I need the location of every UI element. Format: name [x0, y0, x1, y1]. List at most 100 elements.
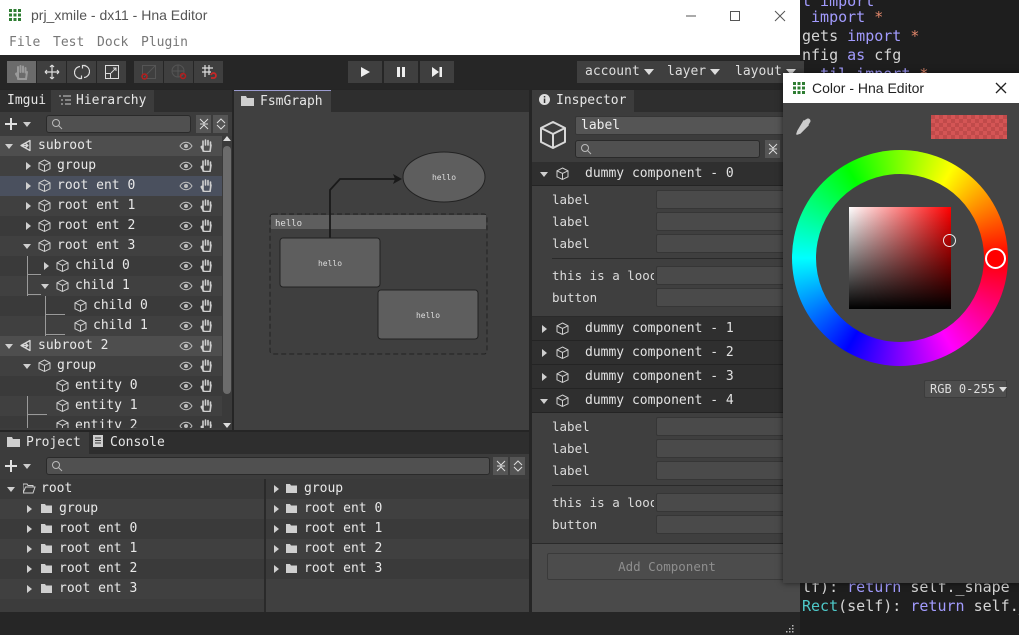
expand-arrow-icon[interactable] — [23, 364, 31, 369]
expand-arrow-icon[interactable] — [41, 284, 49, 289]
component-header[interactable]: dummy component - 4 — [532, 389, 800, 413]
collapse-arrow-icon[interactable] — [26, 202, 31, 210]
hierarchy-row[interactable]: entity 2 — [0, 416, 222, 428]
collapse-arrow-icon[interactable] — [274, 525, 279, 533]
scale-tool-button[interactable] — [97, 61, 126, 83]
project-folder-row[interactable]: group — [0, 499, 264, 519]
visibility-eye-icon[interactable] — [179, 421, 193, 428]
hierarchy-search-input[interactable] — [46, 115, 191, 133]
collapse-arrow-icon[interactable] — [27, 565, 32, 573]
collapse-all-button[interactable] — [196, 115, 211, 133]
field-input[interactable] — [656, 212, 800, 231]
expand-arrow-icon[interactable] — [7, 487, 15, 492]
project-content-row[interactable]: root ent 1 — [266, 519, 529, 539]
tab-imgui[interactable]: Imgui — [0, 90, 54, 112]
expand-arrow-icon[interactable] — [5, 144, 13, 149]
pickable-hand-icon[interactable] — [200, 179, 212, 192]
grid-snap-button[interactable] — [194, 61, 223, 83]
tab-console[interactable]: Console — [86, 432, 173, 454]
hierarchy-row[interactable]: subroot — [0, 136, 222, 156]
expand-arrow-icon[interactable] — [5, 344, 13, 349]
pause-button[interactable] — [384, 61, 418, 83]
collapse-arrow-icon[interactable] — [274, 485, 279, 493]
field-input[interactable] — [656, 439, 800, 458]
global-snap-button[interactable] — [164, 61, 193, 83]
layer-dropdown[interactable]: layer — [659, 61, 729, 83]
pickable-hand-icon[interactable] — [200, 279, 212, 292]
visibility-eye-icon[interactable] — [179, 261, 193, 271]
hierarchy-row[interactable]: root ent 1 — [0, 196, 222, 216]
project-content-row[interactable]: root ent 2 — [266, 539, 529, 559]
expand-arrow-icon[interactable] — [540, 399, 548, 404]
collapse-arrow-icon[interactable] — [274, 505, 279, 513]
project-folder-row[interactable]: root ent 3 — [0, 579, 264, 599]
visibility-eye-icon[interactable] — [179, 361, 193, 371]
local-snap-button[interactable] — [134, 61, 163, 83]
expand-arrow-icon[interactable] — [23, 244, 31, 249]
field-input[interactable] — [656, 493, 800, 512]
field-input[interactable] — [656, 417, 800, 436]
visibility-eye-icon[interactable] — [179, 161, 193, 171]
project-content-row[interactable]: root ent 0 — [266, 499, 529, 519]
field-input[interactable] — [656, 234, 800, 253]
add-component-button[interactable]: Add Component — [547, 553, 787, 580]
hierarchy-row[interactable]: child 1 — [0, 316, 222, 336]
play-button[interactable] — [348, 61, 382, 83]
hierarchy-row[interactable]: group — [0, 356, 222, 376]
hierarchy-row[interactable]: group — [0, 156, 222, 176]
expand-arrow-icon[interactable] — [540, 172, 548, 177]
rotate-tool-button[interactable] — [67, 61, 96, 83]
collapse-arrow-icon[interactable] — [26, 182, 31, 190]
menu-file[interactable]: File — [9, 35, 40, 50]
entity-name-input[interactable]: label — [575, 116, 800, 135]
collapse-arrow-icon[interactable] — [542, 373, 547, 381]
tab-project[interactable]: Project — [0, 432, 89, 454]
component-header[interactable]: dummy component - 1 — [532, 317, 800, 341]
scroll-down-icon[interactable] — [223, 423, 231, 428]
hierarchy-row[interactable]: entity 1 — [0, 396, 222, 416]
collapse-arrow-icon[interactable] — [26, 162, 31, 170]
component-header[interactable]: dummy component - 2 — [532, 341, 800, 365]
visibility-eye-icon[interactable] — [179, 381, 193, 391]
collapse-arrow-icon[interactable] — [27, 525, 32, 533]
collapse-arrow-icon[interactable] — [27, 505, 32, 513]
collapse-arrow-icon[interactable] — [27, 545, 32, 553]
pickable-hand-icon[interactable] — [200, 339, 212, 352]
visibility-eye-icon[interactable] — [179, 141, 193, 151]
menu-dock[interactable]: Dock — [97, 35, 128, 50]
hierarchy-row[interactable]: root ent 0 — [0, 176, 222, 196]
expand-all-button[interactable] — [213, 115, 228, 133]
fsm-canvas[interactable]: hello hello hello hello — [234, 90, 529, 430]
collapse-arrow-icon[interactable] — [542, 349, 547, 357]
project-content-row[interactable]: group — [266, 479, 529, 499]
collapse-arrow-icon[interactable] — [26, 222, 31, 230]
maximize-button[interactable] — [712, 0, 758, 31]
collapse-arrow-icon[interactable] — [27, 585, 32, 593]
hierarchy-row[interactable]: child 0 — [0, 256, 222, 276]
field-button[interactable] — [656, 515, 800, 534]
pickable-hand-icon[interactable] — [200, 159, 212, 172]
project-folder-row[interactable]: root ent 0 — [0, 519, 264, 539]
project-folder-row[interactable]: root — [0, 479, 264, 499]
pickable-hand-icon[interactable] — [200, 199, 212, 212]
visibility-eye-icon[interactable] — [179, 321, 193, 331]
tab-inspector[interactable]: Inspector — [532, 90, 635, 112]
visibility-eye-icon[interactable] — [179, 401, 193, 411]
menu-plugin[interactable]: Plugin — [141, 35, 188, 50]
scroll-up-icon[interactable] — [223, 136, 231, 141]
hierarchy-scrollbar[interactable] — [222, 136, 232, 430]
move-tool-button[interactable] — [37, 61, 66, 83]
visibility-eye-icon[interactable] — [179, 181, 193, 191]
collapse-arrow-icon[interactable] — [44, 262, 49, 270]
expand-all-button[interactable] — [510, 457, 525, 475]
collapse-arrow-icon[interactable] — [274, 545, 279, 553]
visibility-eye-icon[interactable] — [179, 301, 193, 311]
inspector-search-input[interactable] — [575, 140, 760, 158]
collapse-components-button[interactable] — [765, 140, 780, 158]
visibility-eye-icon[interactable] — [179, 241, 193, 251]
component-header[interactable]: dummy component - 0 — [532, 162, 800, 186]
hierarchy-row[interactable]: entity 0 — [0, 376, 222, 396]
add-asset-button[interactable] — [4, 458, 36, 477]
collapse-all-button[interactable] — [493, 457, 508, 475]
pickable-hand-icon[interactable] — [200, 259, 212, 272]
